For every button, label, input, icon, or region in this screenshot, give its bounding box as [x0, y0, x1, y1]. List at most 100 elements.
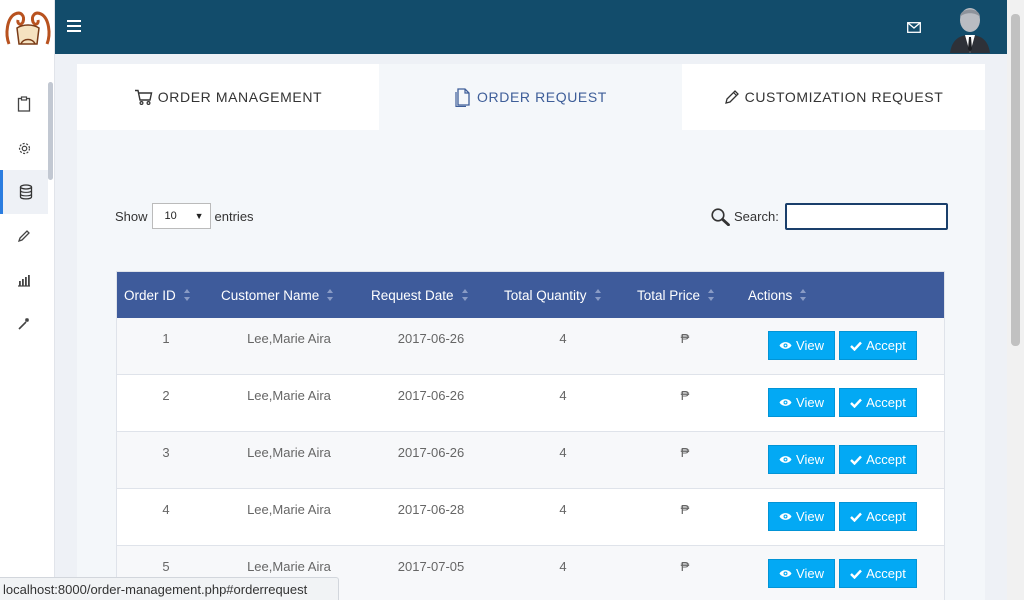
- total-price-cell: ₱: [680, 502, 690, 517]
- tab-order-request-label: ORDER REQUEST: [477, 89, 607, 105]
- table-row: 1 Lee,Marie Aira 2017-06-26 4 ₱ View Accept: [117, 318, 944, 375]
- page-scrollbar-thumb[interactable]: [1011, 14, 1020, 346]
- column-header-order-id[interactable]: Order ID: [124, 272, 191, 318]
- accept-button[interactable]: Accept: [839, 559, 917, 588]
- check-icon: [850, 569, 863, 579]
- tab-order-management[interactable]: ORDER MANAGEMENT: [77, 64, 379, 130]
- total-quantity-cell: 4: [559, 445, 567, 460]
- tab-bar: ORDER MANAGEMENT ORDER REQUEST CUSTOMIZA…: [77, 64, 985, 130]
- request-date-cell: 2017-06-26: [397, 445, 465, 460]
- view-button-label: View: [796, 452, 824, 467]
- sidebar-item-edit[interactable]: [0, 214, 48, 258]
- total-quantity-cell: 4: [559, 502, 567, 517]
- customer-name-cell: Lee,Marie Aira: [247, 559, 331, 574]
- bar-chart-icon: [18, 275, 30, 287]
- view-button[interactable]: View: [768, 502, 835, 531]
- check-icon: [850, 455, 863, 465]
- accept-button[interactable]: Accept: [839, 502, 917, 531]
- table-body: 1 Lee,Marie Aira 2017-06-26 4 ₱ View Accept 2 Le…: [117, 318, 944, 600]
- view-button-label: View: [796, 509, 824, 524]
- column-header-total-price[interactable]: Total Price: [637, 272, 715, 318]
- database-icon: [19, 184, 32, 200]
- accept-button-label: Accept: [866, 509, 906, 524]
- document-icon: [455, 87, 470, 107]
- magic-wand-icon: [18, 318, 29, 330]
- view-button[interactable]: View: [768, 559, 835, 588]
- sidebar-scrollbar[interactable]: [48, 82, 53, 180]
- sort-icon: [183, 289, 191, 301]
- sidebar-item-reports[interactable]: [0, 258, 48, 302]
- eye-icon: [779, 570, 792, 577]
- order-id-cell: 1: [162, 331, 170, 346]
- sidebar-item-customize[interactable]: [0, 302, 48, 346]
- gear-icon: [18, 142, 30, 154]
- search-icon: [711, 208, 730, 226]
- clipboard-icon: [17, 96, 31, 112]
- order-id-cell: 2: [162, 388, 170, 403]
- column-header-request-date[interactable]: Request Date: [371, 272, 469, 318]
- order-id-cell: 3: [162, 445, 170, 460]
- tab-customization-request[interactable]: CUSTOMIZATION REQUEST: [682, 64, 985, 130]
- accept-button-label: Accept: [866, 566, 906, 581]
- eye-icon: [779, 456, 792, 463]
- search-box: Search:: [710, 203, 948, 230]
- length-menu: Show 10 ▼ entries: [115, 203, 254, 229]
- sidebar-item-database[interactable]: [0, 170, 48, 214]
- request-date-cell: 2017-06-26: [397, 388, 465, 403]
- request-date-cell: 2017-07-05: [397, 559, 465, 574]
- check-icon: [850, 512, 863, 522]
- column-header-customer-name[interactable]: Customer Name: [221, 272, 334, 318]
- column-header-actions[interactable]: Actions: [748, 272, 807, 318]
- column-header-total-quantity[interactable]: Total Quantity: [504, 272, 602, 318]
- order-id-cell: 5: [162, 559, 170, 574]
- entries-select[interactable]: 10 ▼: [151, 203, 211, 229]
- check-icon: [850, 341, 863, 351]
- sidebar-item-settings[interactable]: [0, 126, 48, 170]
- tab-order-request[interactable]: ORDER REQUEST: [379, 64, 682, 130]
- pencil-icon: [17, 230, 30, 243]
- sort-icon: [708, 289, 715, 301]
- total-quantity-cell: 4: [559, 331, 567, 346]
- table-row: 4 Lee,Marie Aira 2017-06-28 4 ₱ View Accept: [117, 489, 944, 546]
- eye-icon: [779, 399, 792, 406]
- mail-icon[interactable]: [907, 20, 921, 38]
- total-price-cell: ₱: [680, 388, 690, 403]
- check-icon: [850, 398, 863, 408]
- accept-button-label: Accept: [866, 338, 906, 353]
- menu-toggle-icon[interactable]: [67, 18, 81, 34]
- customer-name-cell: Lee,Marie Aira: [247, 502, 331, 517]
- entries-select-value: 10: [164, 210, 177, 222]
- accept-button[interactable]: Accept: [839, 445, 917, 474]
- page-scrollbar[interactable]: [1007, 0, 1024, 600]
- user-avatar[interactable]: [948, 3, 992, 53]
- tab-order-management-label: ORDER MANAGEMENT: [157, 89, 323, 105]
- top-navbar: [55, 0, 1007, 54]
- total-price-cell: ₱: [680, 445, 690, 460]
- view-button[interactable]: View: [768, 445, 835, 474]
- accept-button[interactable]: Accept: [839, 331, 917, 360]
- customer-name-cell: Lee,Marie Aira: [247, 388, 331, 403]
- search-input[interactable]: [784, 203, 948, 230]
- brand-logo[interactable]: [0, 0, 55, 54]
- total-price-cell: ₱: [680, 331, 690, 346]
- view-button[interactable]: View: [768, 388, 835, 417]
- table-row: 2 Lee,Marie Aira 2017-06-26 4 ₱ View Accept: [117, 375, 944, 432]
- sort-icon: [327, 289, 334, 301]
- request-date-cell: 2017-06-26: [397, 331, 465, 346]
- length-menu-prefix: Show: [115, 208, 148, 224]
- sidebar-item-clipboard[interactable]: [0, 82, 48, 126]
- request-date-cell: 2017-06-28: [397, 502, 465, 517]
- view-button-label: View: [796, 566, 824, 581]
- customer-name-cell: Lee,Marie Aira: [247, 331, 331, 346]
- eye-icon: [779, 513, 792, 520]
- cart-icon: [134, 89, 153, 105]
- total-quantity-cell: 4: [559, 388, 567, 403]
- table-row: 3 Lee,Marie Aira 2017-06-26 4 ₱ View Accept: [117, 432, 944, 489]
- pencil-icon: [724, 90, 739, 104]
- total-quantity-cell: 4: [559, 559, 567, 574]
- order-request-table: Order ID Customer Name Request Date Tota…: [116, 271, 945, 600]
- view-button[interactable]: View: [768, 331, 835, 360]
- search-label: Search:: [734, 209, 779, 224]
- accept-button[interactable]: Accept: [839, 388, 917, 417]
- main-content: ORDER MANAGEMENT ORDER REQUEST CUSTOMIZA…: [77, 64, 985, 600]
